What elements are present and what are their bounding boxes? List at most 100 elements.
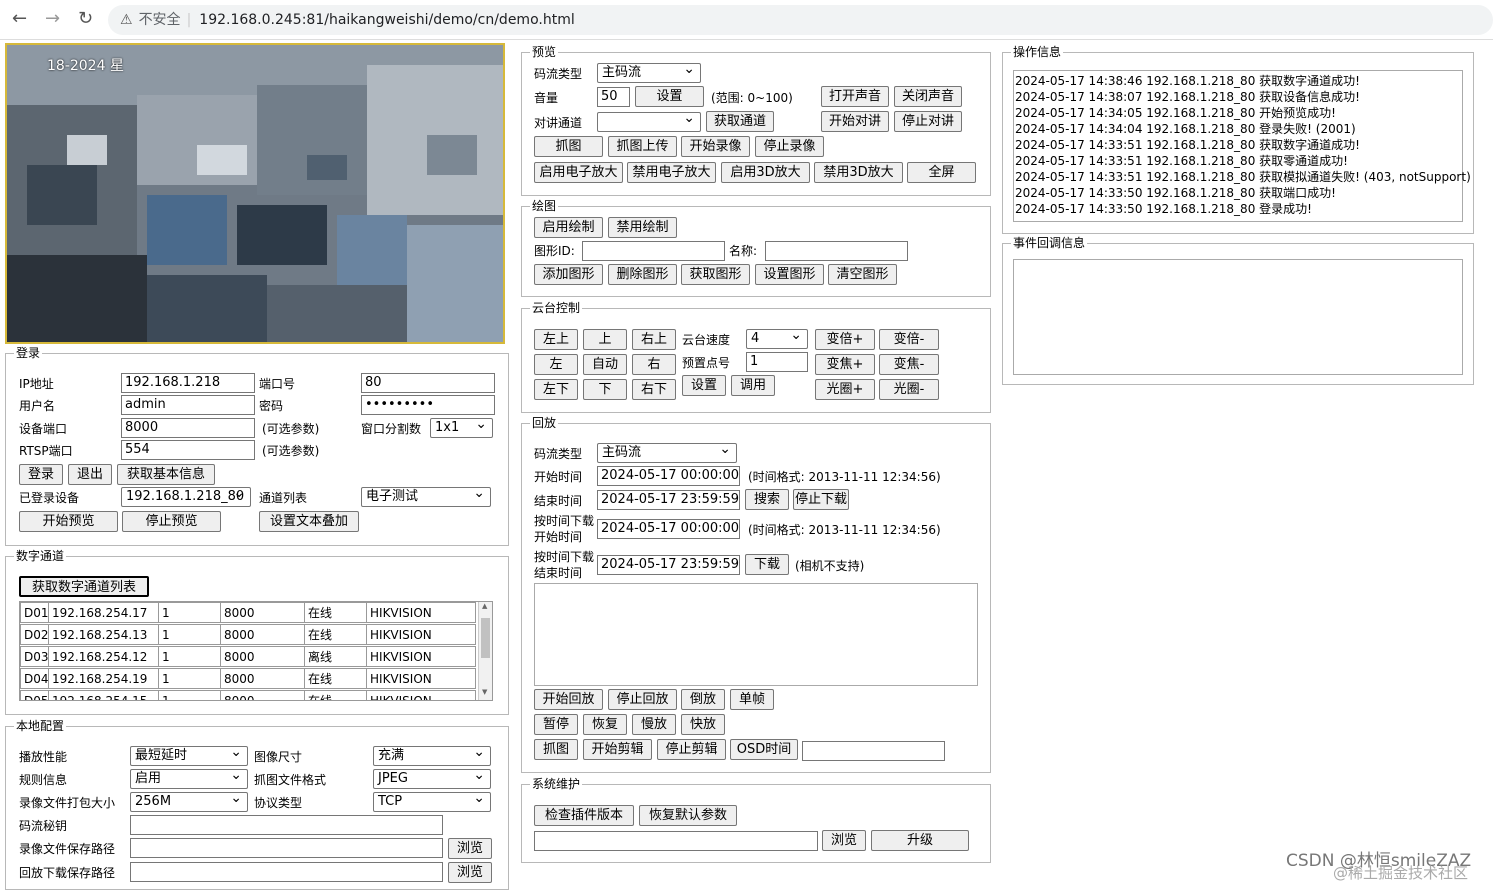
- table-row[interactable]: D04 192.168.254.19 1 8000 在线 HIKVISION: [20, 668, 480, 690]
- capture-button[interactable]: 抓图: [534, 136, 603, 157]
- get-shape-button[interactable]: 获取图形: [681, 264, 750, 285]
- back-arrow-icon[interactable]: ←: [12, 9, 27, 29]
- scroll-down-icon[interactable]: ▼: [482, 688, 487, 696]
- start-playback-button[interactable]: 开始回放: [534, 689, 603, 710]
- ptz-speed-select[interactable]: 4: [746, 329, 808, 349]
- stop-download-button[interactable]: 停止下载: [793, 489, 849, 510]
- upgrade-file-input[interactable]: [534, 831, 818, 851]
- ptz-left-button[interactable]: 左: [534, 354, 578, 375]
- preset-set-button[interactable]: 设置: [682, 375, 726, 396]
- slow-play-button[interactable]: 慢放: [632, 714, 676, 735]
- browse-download-path-button[interactable]: 浏览: [448, 862, 492, 883]
- forward-arrow-icon[interactable]: →: [45, 9, 60, 29]
- zoom-in-button[interactable]: 变倍+: [815, 329, 875, 350]
- pb-capture-button[interactable]: 抓图: [534, 739, 578, 760]
- ptz-left-down-button[interactable]: 左下: [534, 379, 578, 400]
- pb-stream-type-select[interactable]: 主码流: [597, 443, 737, 463]
- device-port-input[interactable]: 8000: [121, 418, 255, 438]
- stop-preview-button[interactable]: 停止预览: [122, 511, 221, 532]
- event-callback-area[interactable]: [1013, 259, 1463, 375]
- fast-play-button[interactable]: 快放: [681, 714, 725, 735]
- pb-start-time-input[interactable]: 2024-05-17 00:00:00: [597, 466, 740, 486]
- stop-talk-button[interactable]: 停止对讲: [894, 111, 962, 132]
- preset-input[interactable]: 1: [746, 352, 808, 372]
- enable-ezoom-button[interactable]: 启用电子放大: [534, 162, 623, 183]
- channel-list-select[interactable]: 电子测试: [361, 487, 491, 507]
- ip-input[interactable]: 192.168.1.218: [121, 373, 255, 393]
- password-input[interactable]: •••••••••: [361, 395, 495, 415]
- stream-key-input[interactable]: [130, 815, 443, 835]
- pb-end-time-input[interactable]: 2024-05-17 23:59:59: [597, 490, 740, 510]
- rtsp-port-input[interactable]: 554: [121, 440, 255, 460]
- volume-input[interactable]: 50: [597, 87, 630, 107]
- search-button[interactable]: 搜索: [745, 489, 789, 510]
- get-basic-info-button[interactable]: 获取基本信息: [117, 464, 215, 485]
- talk-channel-select[interactable]: [597, 112, 701, 132]
- resume-button[interactable]: 恢复: [583, 714, 627, 735]
- scroll-up-icon[interactable]: ▲: [482, 602, 487, 610]
- close-sound-button[interactable]: 关闭声音: [894, 86, 962, 107]
- address-bar[interactable]: ⚠ 不安全 | 192.168.0.245:81/haikangweishi/demo…: [108, 5, 1493, 35]
- check-plugin-version-button[interactable]: 检查插件版本: [534, 805, 634, 826]
- upgrade-button[interactable]: 升级: [871, 830, 969, 851]
- record-path-input[interactable]: [130, 838, 443, 858]
- upgrade-browse-button[interactable]: 浏览: [822, 830, 866, 851]
- delete-shape-button[interactable]: 删除图形: [608, 264, 677, 285]
- ptz-up-button[interactable]: 上: [583, 329, 627, 350]
- osd-time-input[interactable]: [802, 741, 945, 761]
- zoom-out-button[interactable]: 变倍-: [879, 329, 939, 350]
- logout-button[interactable]: 退出: [68, 464, 112, 485]
- rule-info-select[interactable]: 启用: [130, 769, 248, 789]
- get-digital-channels-button[interactable]: 获取数字通道列表: [19, 576, 149, 597]
- start-record-button[interactable]: 开始录像: [681, 136, 750, 157]
- port-input[interactable]: 80: [361, 373, 495, 393]
- fullscreen-button[interactable]: 全屏: [907, 162, 976, 183]
- play-perf-select[interactable]: 最短延时: [130, 746, 248, 766]
- reverse-play-button[interactable]: 倒放: [681, 689, 725, 710]
- dl-end-time-input[interactable]: 2024-05-17 23:59:59: [597, 555, 740, 575]
- iris-in-button[interactable]: 光圈+: [815, 379, 875, 400]
- enable-3d-zoom-button[interactable]: 启用3D放大: [721, 162, 810, 183]
- stop-playback-button[interactable]: 停止回放: [608, 689, 677, 710]
- shape-name-input[interactable]: [765, 241, 908, 261]
- focus-in-button[interactable]: 变焦+: [815, 354, 875, 375]
- volume-set-button[interactable]: 设置: [635, 86, 704, 107]
- browse-record-path-button[interactable]: 浏览: [448, 838, 492, 859]
- download-button[interactable]: 下载: [745, 554, 789, 575]
- ptz-right-up-button[interactable]: 右上: [632, 329, 676, 350]
- set-shape-button[interactable]: 设置图形: [755, 264, 824, 285]
- table-scrollbar[interactable]: ▲ ▼: [478, 602, 492, 700]
- pack-size-select[interactable]: 256M: [130, 792, 248, 812]
- ptz-right-button[interactable]: 右: [632, 354, 676, 375]
- window-split-select[interactable]: 1x1: [430, 418, 493, 438]
- table-row[interactable]: D02 192.168.254.13 1 8000 在线 HIKVISION: [20, 624, 480, 646]
- table-row[interactable]: D03 192.168.254.12 1 8000 离线 HIKVISION: [20, 646, 480, 668]
- iris-out-button[interactable]: 光圈-: [879, 379, 939, 400]
- stop-record-button[interactable]: 停止录像: [755, 136, 824, 157]
- capture-format-select[interactable]: JPEG: [373, 769, 491, 789]
- disable-draw-button[interactable]: 禁用绘制: [608, 217, 677, 238]
- table-row[interactable]: D01 192.168.254.17 1 8000 在线 HIKVISION: [20, 602, 480, 624]
- ptz-left-up-button[interactable]: 左上: [534, 329, 578, 350]
- reload-icon[interactable]: ↻: [78, 9, 93, 29]
- login-button[interactable]: 登录: [19, 464, 63, 485]
- protocol-select[interactable]: TCP: [373, 792, 491, 812]
- restore-defaults-button[interactable]: 恢复默认参数: [639, 805, 737, 826]
- shape-id-input[interactable]: [582, 241, 725, 261]
- video-preview-window[interactable]: 18-2024 星: [5, 43, 505, 344]
- pause-button[interactable]: 暂停: [534, 714, 578, 735]
- ptz-down-button[interactable]: 下: [583, 379, 627, 400]
- ptz-right-down-button[interactable]: 右下: [632, 379, 676, 400]
- disable-3d-zoom-button[interactable]: 禁用3D放大: [814, 162, 903, 183]
- start-clip-button[interactable]: 开始剪辑: [583, 739, 652, 760]
- playback-result-area[interactable]: [534, 583, 978, 686]
- focus-out-button[interactable]: 变焦-: [879, 354, 939, 375]
- clear-shape-button[interactable]: 清空图形: [828, 264, 897, 285]
- download-path-input[interactable]: [130, 862, 443, 882]
- preset-call-button[interactable]: 调用: [731, 375, 775, 396]
- stream-type-select[interactable]: 主码流: [597, 63, 701, 83]
- start-talk-button[interactable]: 开始对讲: [821, 111, 889, 132]
- get-channel-button[interactable]: 获取通道: [706, 111, 774, 132]
- start-preview-button[interactable]: 开始预览: [19, 511, 118, 532]
- capture-upload-button[interactable]: 抓图上传: [608, 136, 677, 157]
